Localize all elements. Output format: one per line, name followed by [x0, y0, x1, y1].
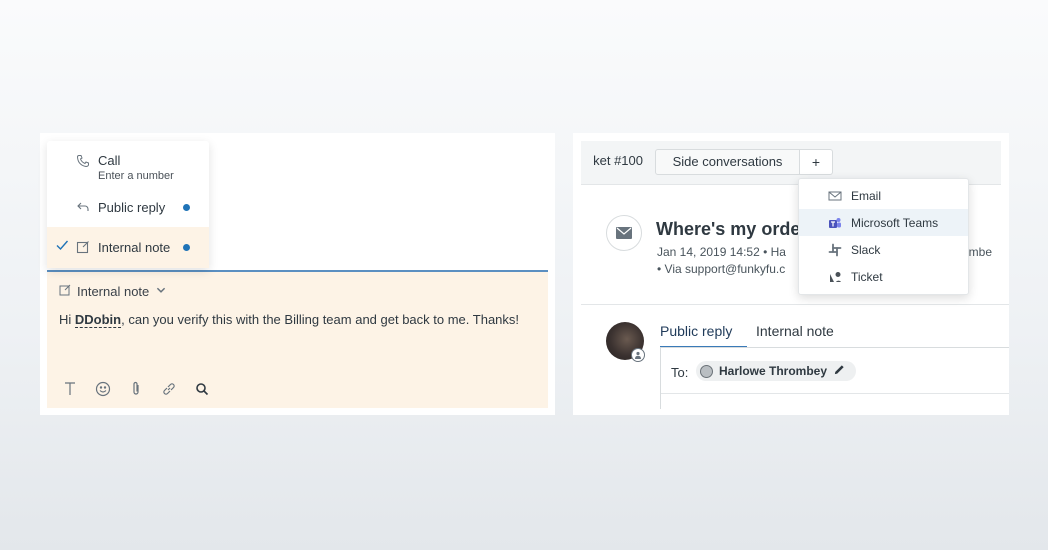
phone-icon [76, 154, 90, 168]
divider [581, 304, 1009, 305]
emoji-icon[interactable] [94, 380, 112, 398]
to-label: To: [671, 365, 689, 380]
side-menu-item-microsoft-teams[interactable]: Microsoft Teams [799, 209, 968, 236]
tab-public-reply[interactable]: Public reply [660, 323, 747, 348]
checkmark-icon [55, 238, 69, 257]
internal-note-composer[interactable]: Internal note Hi DDobin, can you verify … [47, 270, 548, 408]
tab-ticket[interactable]: ket #100 [581, 149, 643, 174]
ticket-icon [828, 270, 842, 284]
menu-item-public-reply-label: Public reply [98, 200, 166, 215]
composer-text-suffix: , can you verify this with the Billing t… [121, 312, 520, 327]
pencil-icon[interactable] [833, 363, 846, 379]
side-menu-item-email[interactable]: Email [799, 182, 968, 209]
slack-icon [828, 243, 842, 257]
menu-item-call-label: Call [98, 153, 121, 168]
recipient-avatar [700, 364, 713, 378]
menu-item-internal-note[interactable]: Internal note [47, 227, 209, 268]
tab-side-conversations[interactable]: Side conversations [655, 149, 800, 175]
reply-arrow-icon [76, 200, 90, 214]
menu-item-public-reply[interactable]: Public reply [47, 189, 209, 227]
composer-text[interactable]: Hi DDobin, can you verify this with the … [59, 312, 520, 328]
user-badge-icon [631, 348, 645, 362]
ticket-meta: Jan 14, 2019 14:52 • Ha [657, 245, 786, 259]
side-menu-item-label: Microsoft Teams [851, 215, 939, 230]
ticket-title: Where's my orde [656, 219, 801, 239]
attachment-icon[interactable] [127, 380, 145, 398]
reply-tabs: Public reply Internal note [660, 323, 834, 348]
status-dot [183, 204, 190, 211]
edit-note-icon [59, 284, 71, 299]
menu-item-internal-note-label: Internal note [98, 240, 171, 255]
chevron-down-icon[interactable] [155, 284, 167, 299]
add-side-conversation-button[interactable]: + [799, 149, 833, 175]
side-conversation-menu: Email Microsoft Teams Slack Ticket [798, 178, 969, 295]
composer-channel-selector[interactable]: Internal note [59, 284, 167, 299]
menu-item-call[interactable]: Call Enter a number [47, 141, 209, 189]
channel-menu: Call Enter a number Public reply Interna… [47, 141, 209, 268]
recipient-chip[interactable]: Harlowe Thrombey [696, 361, 857, 381]
side-menu-item-label: Ticket [851, 269, 883, 284]
side-menu-item-ticket[interactable]: Ticket [799, 263, 968, 290]
microsoft-teams-icon [828, 216, 842, 230]
status-dot [183, 244, 190, 251]
side-menu-item-label: Slack [851, 242, 881, 257]
composer-channel-label: Internal note [77, 284, 150, 299]
user-mention[interactable]: DDobin [74, 312, 122, 328]
email-icon [828, 189, 842, 203]
menu-item-call-subtitle: Enter a number [98, 170, 174, 182]
link-icon[interactable] [160, 380, 178, 398]
search-icon[interactable] [193, 380, 211, 398]
tab-internal-note[interactable]: Internal note [756, 323, 834, 348]
side-menu-item-label: Email [851, 188, 882, 203]
edit-note-icon [76, 240, 90, 254]
reply-composer[interactable]: To: Harlowe Thrombey [660, 347, 1009, 409]
text-format-icon[interactable] [61, 380, 79, 398]
email-channel-avatar [606, 215, 642, 251]
ticket-via: • Via support@funkyfu.c [657, 262, 786, 276]
composer-text-prefix: Hi [59, 312, 75, 327]
composer-toolbar [61, 380, 211, 398]
side-menu-item-slack[interactable]: Slack [799, 236, 968, 263]
tab-ticket-label: ket #100 [593, 153, 643, 168]
recipient-name: Harlowe Thrombey [719, 364, 828, 378]
divider [661, 393, 1009, 394]
